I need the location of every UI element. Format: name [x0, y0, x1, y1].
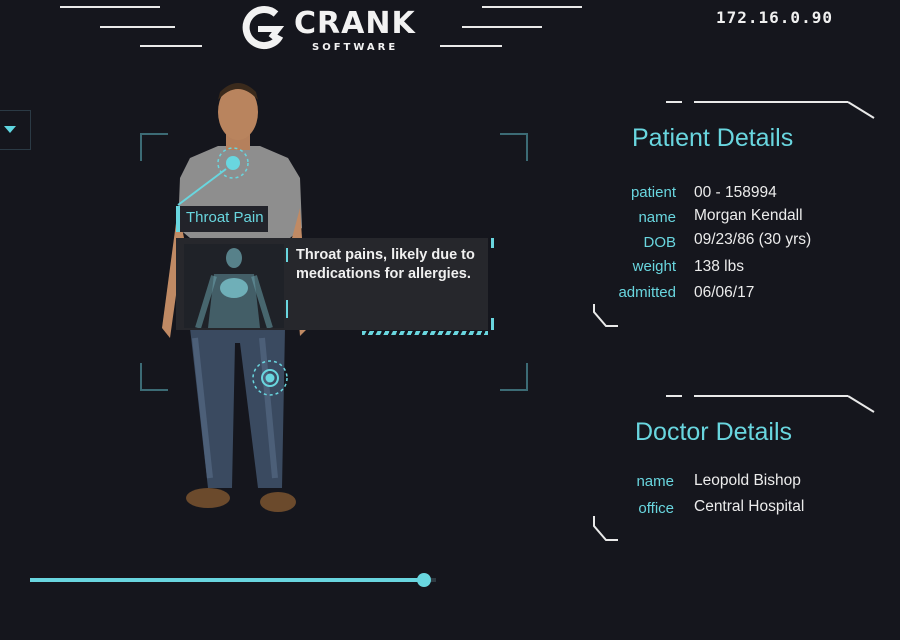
- header-deco-line: [440, 45, 502, 47]
- timeline-slider-fill: [30, 578, 424, 582]
- knee-marker[interactable]: [248, 358, 292, 402]
- patient-dob-label: DOB: [643, 234, 676, 251]
- frame-corner: [500, 133, 528, 161]
- xray-thumbnail-icon: [184, 244, 284, 328]
- tooltip-description: Throat pains, likely due to medications …: [296, 247, 475, 282]
- header-deco-line: [100, 26, 175, 28]
- patient-name-value: Morgan Kendall: [694, 207, 803, 224]
- divider: [286, 248, 288, 262]
- patient-id-value: 00 - 158994: [694, 184, 777, 201]
- crank-logo-icon: [242, 6, 285, 49]
- panel-corner-bracket: [593, 304, 618, 327]
- header-deco-line: [462, 26, 542, 28]
- tooltip-card: Throat pains, likely due to medications …: [176, 238, 488, 330]
- dropdown-toggle-button[interactable]: [0, 110, 31, 150]
- patient-admitted-value: 06/06/17: [694, 284, 755, 301]
- doctor-details-title: Doctor Details: [635, 418, 792, 446]
- logo-wordmark: CRANK: [294, 6, 416, 41]
- patient-id-label: patient: [630, 184, 676, 201]
- panel-corner-bracket: [593, 516, 618, 541]
- tooltip-title-tag: Throat Pain: [176, 206, 268, 232]
- logo-subtitle: SOFTWARE: [312, 42, 399, 53]
- header-deco-line: [482, 6, 582, 8]
- patient-admitted-label: admitted: [618, 284, 676, 301]
- patient-details-title: Patient Details: [632, 124, 794, 152]
- tooltip-hatch: [362, 331, 488, 335]
- doctor-office-value: Central Hospital: [694, 498, 805, 515]
- panel-deco-line: [666, 101, 875, 119]
- panel-deco-line: [666, 395, 875, 413]
- patient-weight-value: 138 lbs: [694, 258, 744, 275]
- frame-corner: [500, 363, 528, 391]
- tooltip-accent: [491, 238, 494, 248]
- patient-dob-value: 09/23/86 (30 yrs): [694, 231, 812, 248]
- chevron-down-icon: [4, 126, 16, 133]
- doctor-name-label: name: [636, 473, 674, 490]
- patient-name-label: name: [638, 209, 676, 226]
- patient-weight-label: weight: [632, 258, 676, 275]
- divider: [286, 300, 288, 318]
- timeline-slider-thumb[interactable]: [416, 573, 431, 587]
- crank-software-logo: CRANK SOFTWARE: [238, 2, 428, 58]
- ip-address: 172.16.0.90: [716, 8, 833, 27]
- doctor-name-value: Leopold Bishop: [694, 472, 801, 489]
- header-deco-line: [140, 45, 202, 47]
- tooltip-accent: [491, 318, 494, 330]
- tooltip-title: Throat Pain: [186, 209, 264, 226]
- header-deco-line: [60, 6, 160, 8]
- timeline-slider-track[interactable]: [30, 573, 436, 587]
